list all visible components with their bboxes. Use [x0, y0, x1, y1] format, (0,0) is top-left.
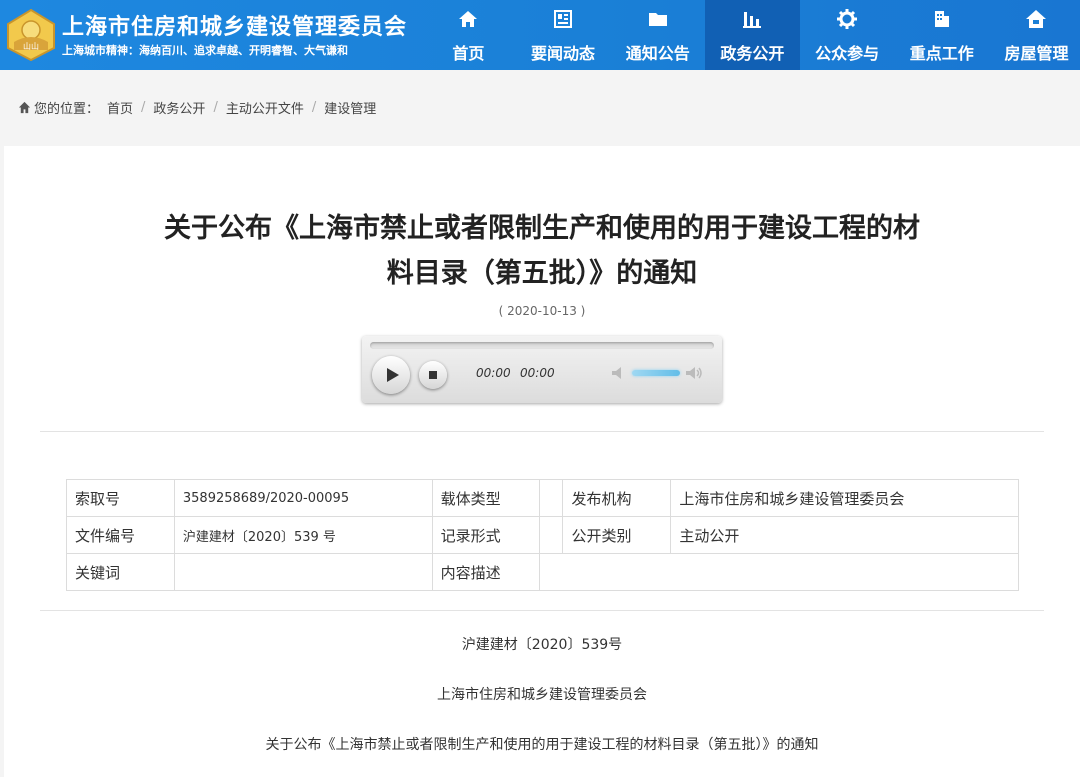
nav-item-notices[interactable]: 通知公告: [610, 0, 705, 70]
current-time: 00:00: [476, 366, 511, 380]
breadcrumb-item-home[interactable]: 首页: [107, 98, 133, 117]
nav-label: 公众参与: [815, 44, 880, 63]
site-header: 山山 上海市住房和城乡建设管理委员会 上海城市精神：海纳百川、追求卓越、开明睿智…: [0, 0, 1080, 70]
breadcrumb-prefix: 您的位置：: [34, 102, 100, 117]
nav-label: 重点工作: [909, 44, 974, 63]
table-value: 3589258689/2020-00095: [173, 479, 433, 517]
duration-time: 00:00: [520, 366, 555, 380]
site-title[interactable]: 上海市住房和城乡建设管理委员会: [62, 9, 407, 41]
bar-chart-icon: [743, 12, 762, 28]
volume-slider[interactable]: [632, 370, 680, 376]
site-motto: 上海城市精神：海纳百川、追求卓越、开明睿智、大气谦和: [62, 44, 348, 57]
breadcrumb-separator: /: [311, 100, 317, 115]
audio-player: 00:00 00:00: [362, 336, 722, 403]
breadcrumb-item-construction-management[interactable]: 建设管理: [324, 98, 376, 117]
breadcrumb-item-government-affairs[interactable]: 政务公开: [153, 98, 205, 117]
divider: [40, 431, 1044, 432]
table-value: 主动公开: [670, 516, 1019, 554]
home-icon: [459, 11, 478, 27]
folder-icon: [648, 13, 667, 26]
table-value: [173, 553, 433, 591]
nav-label: 房屋管理: [1004, 44, 1069, 63]
play-button[interactable]: [372, 356, 410, 394]
table-label: 公开类别: [562, 516, 672, 554]
doc-issuer: 上海市住房和城乡建设管理委员会: [437, 687, 647, 703]
home-icon: [18, 101, 31, 114]
nav-label: 通知公告: [625, 44, 690, 63]
nav-label: 政务公开: [720, 44, 785, 63]
article-panel: 关于公布《上海市禁止或者限制生产和使用的用于建设工程的材 料目录（第五批）》的通…: [4, 146, 1080, 777]
table-label: 关键词: [66, 553, 175, 591]
table-row: 关键词 内容描述: [66, 553, 1019, 591]
volume-max-icon[interactable]: [684, 365, 704, 381]
house-icon: [1026, 10, 1047, 28]
divider: [40, 610, 1044, 611]
article-date: ( 2020-10-13 ): [498, 304, 586, 318]
article-title-line: 料目录（第五批）》的通知: [386, 258, 698, 289]
stop-icon: [429, 371, 437, 379]
table-value: [539, 479, 564, 517]
building-icon: [934, 11, 949, 27]
audio-progress-bar[interactable]: [370, 342, 714, 349]
table-label: 载体类型: [431, 479, 541, 517]
breadcrumb-separator: /: [141, 100, 146, 115]
article-title: 关于公布《上海市禁止或者限制生产和使用的用于建设工程的材 料目录（第五批）》的通…: [124, 206, 960, 296]
nav-label: 要闻动态: [531, 44, 596, 63]
site-logo-icon[interactable]: 山山: [6, 8, 56, 62]
nav-item-housing-management[interactable]: 房屋管理: [989, 0, 1080, 70]
nav-label: 首页: [452, 44, 485, 63]
nav-item-public-participation[interactable]: 公众参与: [800, 0, 895, 70]
stop-button[interactable]: [419, 361, 447, 389]
doc-number: 沪建建材〔2020〕539号: [461, 637, 623, 653]
table-row: 索取号 3589258689/2020-00095 载体类型 发布机构 上海市住…: [66, 479, 1019, 517]
main-nav: 首页 要闻动态 通知公告 政务公开 公众参与 重点工作 房屋管理: [421, 0, 1080, 70]
table-label: 记录形式: [431, 516, 541, 554]
table-label: 文件编号: [66, 516, 175, 554]
doc-subject: 关于公布《上海市禁止或者限制生产和使用的用于建设工程的材料目录（第五批）》的通知: [265, 737, 819, 753]
table-row: 文件编号 沪建建材〔2020〕539 号 记录形式 公开类别 主动公开: [66, 516, 1019, 554]
nav-item-key-work[interactable]: 重点工作: [894, 0, 989, 70]
table-label: 内容描述: [431, 553, 541, 591]
nav-item-government-affairs[interactable]: 政务公开: [705, 0, 800, 70]
breadcrumb-item-active-disclosure[interactable]: 主动公开文件: [226, 98, 304, 117]
svg-text:山山: 山山: [23, 41, 39, 51]
nav-item-news[interactable]: 要闻动态: [516, 0, 611, 70]
news-icon: [554, 10, 573, 28]
volume-mute-icon[interactable]: [610, 365, 628, 381]
play-icon: [387, 368, 399, 382]
document-info-table: 索取号 3589258689/2020-00095 载体类型 发布机构 上海市住…: [66, 479, 1019, 591]
article-title-line: 关于公布《上海市禁止或者限制生产和使用的用于建设工程的材: [164, 213, 920, 244]
gear-icon: [837, 9, 858, 29]
table-label: 索取号: [66, 479, 175, 517]
table-value: 沪建建材〔2020〕539 号: [173, 516, 433, 554]
breadcrumb: 您的位置： 首页 / 政务公开 / 主动公开文件 / 建设管理: [18, 98, 376, 117]
table-label: 发布机构: [562, 479, 672, 517]
table-value: 上海市住房和城乡建设管理委员会: [670, 479, 1019, 517]
table-value: [539, 516, 564, 554]
nav-item-home[interactable]: 首页: [421, 0, 516, 70]
breadcrumb-separator: /: [213, 100, 218, 115]
table-value: [539, 553, 1019, 591]
